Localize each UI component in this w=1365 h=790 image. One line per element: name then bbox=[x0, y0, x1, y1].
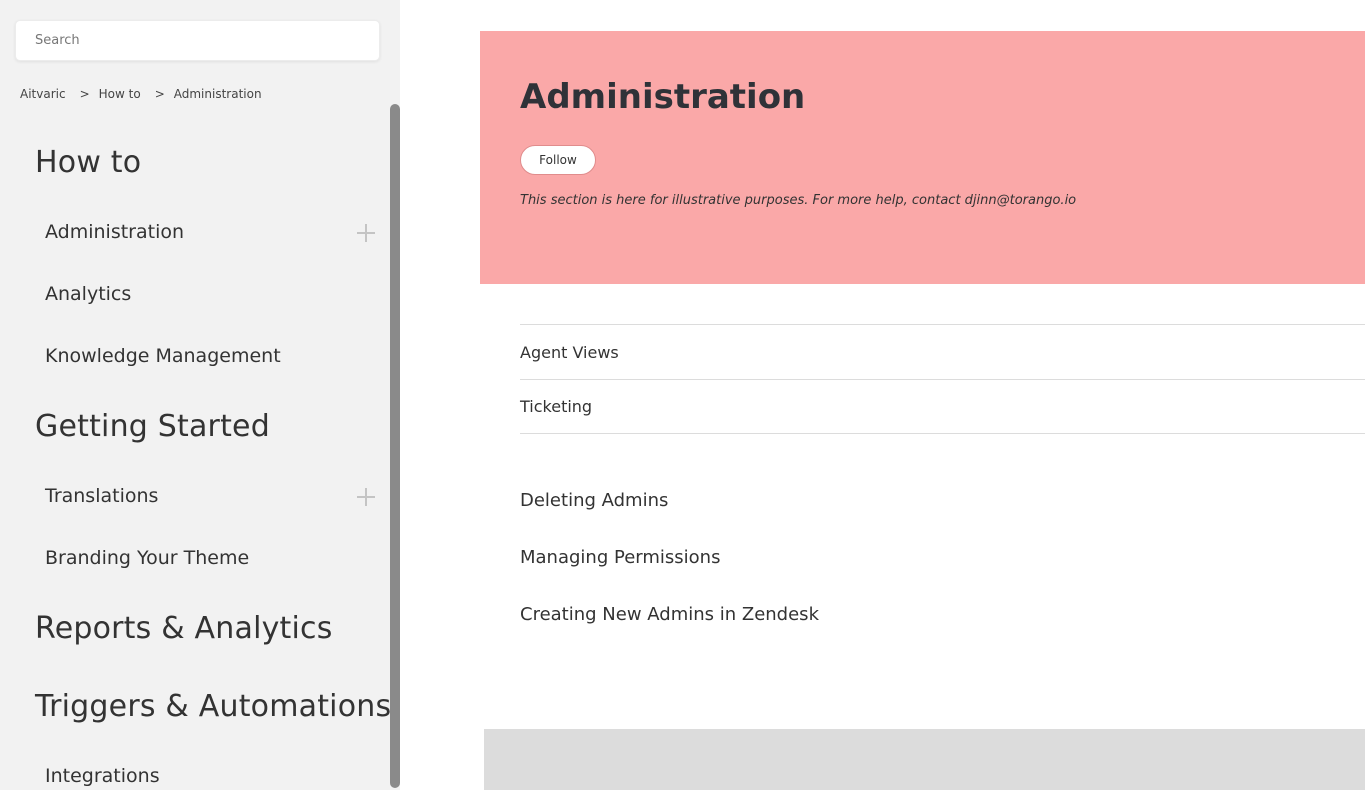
subsection-list: Agent Views Ticketing bbox=[520, 324, 1365, 434]
breadcrumb-item-how-to[interactable]: How to bbox=[99, 87, 141, 101]
sidebar-item-branding-your-theme[interactable]: Branding Your Theme bbox=[45, 547, 249, 569]
sidebar: Aitvaric > How to > Administration How t… bbox=[0, 0, 400, 790]
section-description: This section is here for illustrative pu… bbox=[520, 193, 1077, 208]
breadcrumb: Aitvaric > How to > Administration bbox=[20, 87, 262, 101]
sidebar-category-reports-analytics[interactable]: Reports & Analytics bbox=[35, 611, 333, 646]
page: Aitvaric > How to > Administration How t… bbox=[0, 0, 1365, 790]
sidebar-item-integrations[interactable]: Integrations bbox=[45, 765, 160, 787]
breadcrumb-separator: > bbox=[154, 87, 165, 101]
subsection-ticketing[interactable]: Ticketing bbox=[520, 379, 1365, 434]
sidebar-item-translations[interactable]: Translations bbox=[45, 485, 158, 507]
footer-block bbox=[484, 729, 1365, 790]
breadcrumb-item-aitvaric[interactable]: Aitvaric bbox=[20, 87, 66, 101]
sidebar-category-how-to[interactable]: How to bbox=[35, 145, 141, 180]
page-title: Administration bbox=[520, 77, 806, 117]
sidebar-item-knowledge-management[interactable]: Knowledge Management bbox=[45, 345, 281, 367]
sidebar-scrollbar[interactable] bbox=[390, 104, 400, 788]
sidebar-item-administration[interactable]: Administration bbox=[45, 221, 184, 243]
article-link-managing-permissions[interactable]: Managing Permissions bbox=[520, 547, 720, 568]
sidebar-category-triggers-automations[interactable]: Triggers & Automations bbox=[35, 689, 391, 724]
plus-icon[interactable] bbox=[357, 488, 375, 506]
search-box[interactable] bbox=[15, 20, 380, 61]
search-input[interactable] bbox=[16, 21, 379, 60]
breadcrumb-separator: > bbox=[79, 87, 90, 101]
subsection-agent-views[interactable]: Agent Views bbox=[520, 324, 1365, 379]
article-link-deleting-admins[interactable]: Deleting Admins bbox=[520, 490, 668, 511]
sidebar-category-getting-started[interactable]: Getting Started bbox=[35, 409, 270, 444]
plus-icon[interactable] bbox=[357, 224, 375, 242]
sidebar-item-analytics[interactable]: Analytics bbox=[45, 283, 131, 305]
breadcrumb-item-administration[interactable]: Administration bbox=[174, 87, 262, 101]
article-link-creating-new-admins[interactable]: Creating New Admins in Zendesk bbox=[520, 604, 819, 625]
follow-button[interactable]: Follow bbox=[520, 145, 596, 175]
section-header: Administration Follow This section is he… bbox=[480, 31, 1365, 284]
